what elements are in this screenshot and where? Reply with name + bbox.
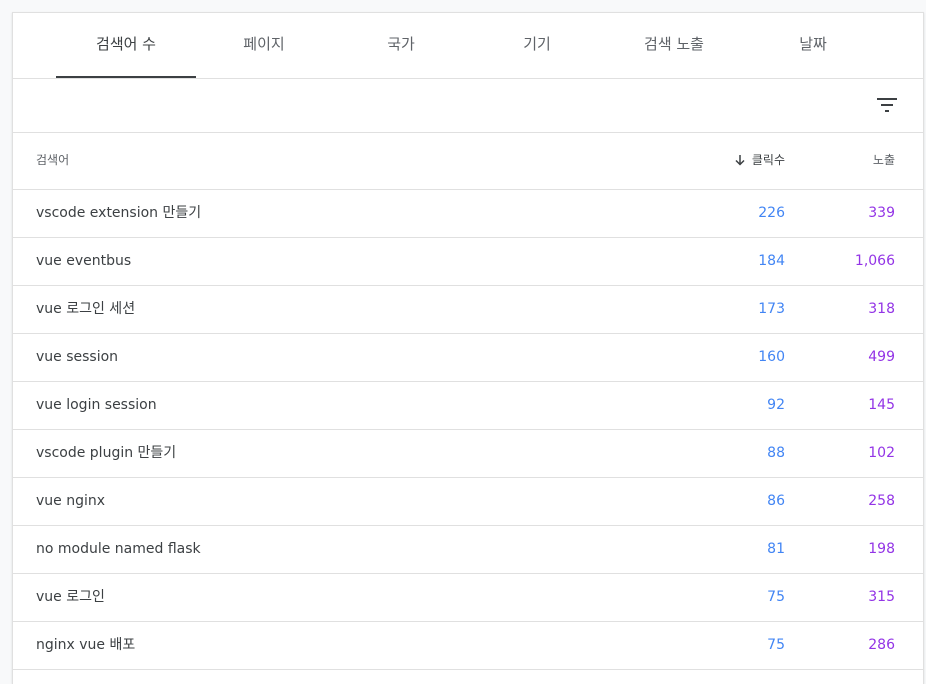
- row-impressions: 499: [868, 349, 895, 365]
- row-query: vue eventbus: [36, 253, 132, 269]
- arrow-down-icon: [735, 155, 745, 166]
- tab-pages[interactable]: 페이지: [205, 13, 323, 77]
- filter-icon: [877, 98, 897, 112]
- row-impressions: 286: [868, 637, 895, 653]
- table-row[interactable]: vscode extension 만들기 226 339: [13, 190, 923, 238]
- tab-search-appearance[interactable]: 검색 노출: [615, 13, 733, 77]
- row-query: vue session: [36, 349, 119, 365]
- row-impressions: 198: [868, 541, 895, 557]
- dimension-tabs: 검색어 수 페이지 국가 기기 검색 노출 날짜: [13, 13, 923, 79]
- table-row[interactable]: no module named flask 81 198: [13, 526, 923, 574]
- table-row[interactable]: nginx vue 배포 75 286: [13, 622, 923, 670]
- row-query: nginx vue 배포: [36, 637, 136, 653]
- performance-card: 검색어 수 페이지 국가 기기 검색 노출 날짜 검색어 클릭수 노출 vsco…: [12, 12, 924, 684]
- row-impressions: 258: [868, 493, 895, 509]
- row-clicks: 160: [758, 349, 785, 365]
- filter-button[interactable]: [871, 89, 903, 121]
- table-row[interactable]: vue 로그인 세션 173 318: [13, 286, 923, 334]
- table-row[interactable]: vue 로그인 75 315: [13, 574, 923, 622]
- tab-countries[interactable]: 국가: [343, 13, 459, 77]
- table-row[interactable]: vscode plugin 만들기 88 102: [13, 430, 923, 478]
- table-row[interactable]: vue nginx 86 258: [13, 478, 923, 526]
- row-clicks: 88: [767, 445, 785, 461]
- row-query: vue 로그인 세션: [36, 301, 136, 317]
- tab-queries[interactable]: 검색어 수: [56, 13, 196, 78]
- row-query: vue 로그인: [36, 589, 105, 605]
- row-impressions: 318: [868, 301, 895, 317]
- row-impressions: 1,066: [854, 253, 895, 269]
- row-query: vue nginx: [36, 493, 106, 509]
- row-clicks: 86: [767, 493, 785, 509]
- row-clicks: 173: [758, 301, 785, 317]
- row-impressions: 145: [868, 397, 895, 413]
- table-row[interactable]: vue eventbus 184 1,066: [13, 238, 923, 286]
- row-clicks: 81: [767, 541, 785, 557]
- table-row[interactable]: vue login session 92 145: [13, 382, 923, 430]
- table-row[interactable]: vue session 160 499: [13, 334, 923, 382]
- row-clicks: 75: [767, 589, 785, 605]
- table-toolbar: [13, 79, 923, 133]
- header-impressions[interactable]: 노출: [873, 133, 895, 187]
- row-query: vue login session: [36, 397, 157, 413]
- table-header: 검색어 클릭수 노출: [13, 133, 923, 190]
- row-clicks: 226: [758, 205, 785, 221]
- table-body: vscode extension 만들기 226 339 vue eventbu…: [13, 190, 923, 670]
- row-clicks: 75: [767, 637, 785, 653]
- row-impressions: 102: [868, 445, 895, 461]
- row-query: no module named flask: [36, 541, 201, 557]
- header-clicks[interactable]: 클릭수: [734, 133, 785, 187]
- row-clicks: 92: [767, 397, 785, 413]
- tab-devices[interactable]: 기기: [479, 13, 595, 77]
- row-query: vscode extension 만들기: [36, 205, 202, 221]
- header-clicks-label: 클릭수: [751, 153, 785, 167]
- header-query[interactable]: 검색어: [36, 133, 69, 187]
- row-query: vscode plugin 만들기: [36, 445, 177, 461]
- tab-dates[interactable]: 날짜: [755, 13, 871, 77]
- row-impressions: 315: [868, 589, 895, 605]
- row-clicks: 184: [758, 253, 785, 269]
- row-impressions: 339: [868, 205, 895, 221]
